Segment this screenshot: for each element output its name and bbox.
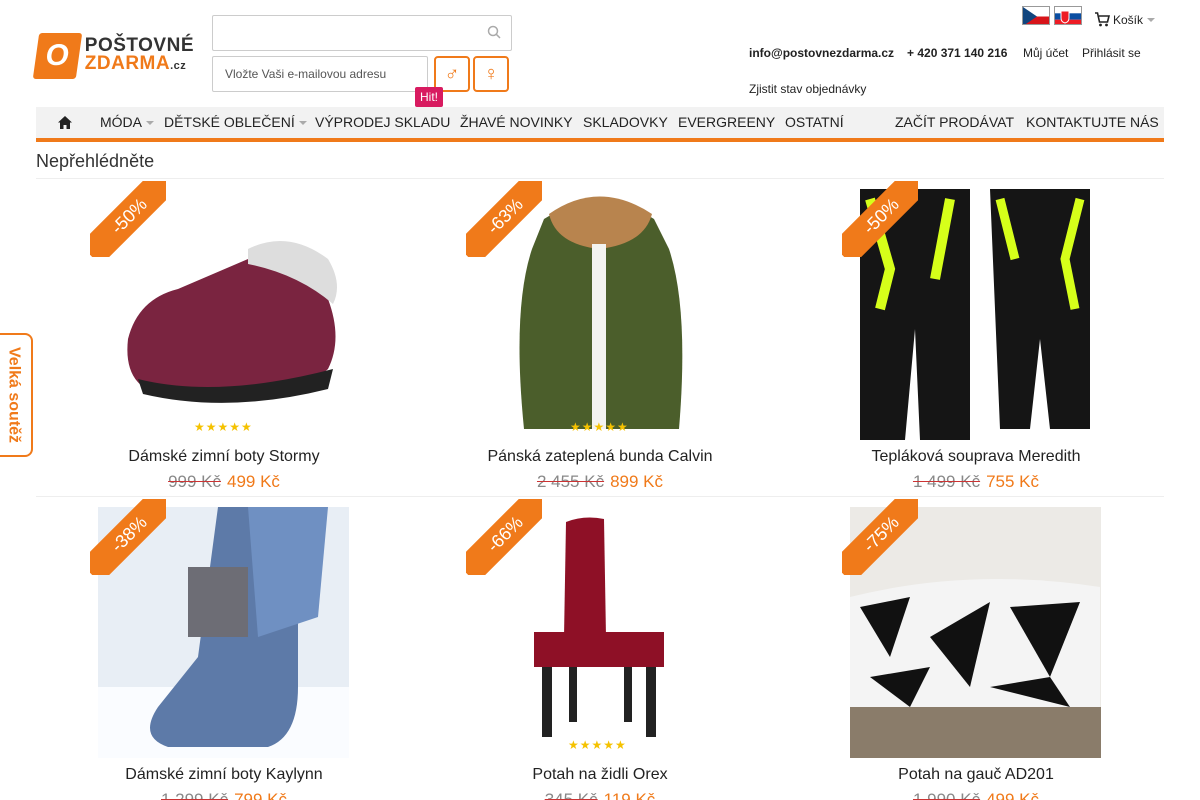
product-name[interactable]: Potah na židli Orex [412,766,788,784]
nav-label: Skladovky [583,114,668,130]
divider [36,178,1164,179]
logo-tld: .cz [170,60,187,72]
login-link[interactable]: Přihlásit se [1082,46,1141,60]
slovak-flag-icon[interactable] [1054,6,1082,25]
old-price: 1 299 Kč [160,790,229,800]
site-logo[interactable]: O POŠTOVNÉ ZDARMA.cz [32,32,194,80]
contact-email-link[interactable]: info@postovnezdarma.cz [749,46,894,60]
discount-ribbon: -50% [90,181,166,257]
product-prices: 2 455 Kč 899 Kč [412,472,788,492]
discount-label: -66% [466,499,542,575]
discount-ribbon: -50% [842,181,918,257]
product-prices: 1 990 Kč 499 Kč [788,790,1164,800]
new-price: 755 Kč [986,472,1040,491]
cart-icon [1095,12,1110,27]
new-price: 499 Kč [227,472,280,491]
nav-label: Začít prodávat [895,114,1015,130]
male-icon: ♂ [444,62,460,85]
home-icon[interactable] [57,115,73,130]
nav-item-moda[interactable]: Móda [100,107,154,138]
discount-ribbon: -66% [466,499,542,575]
product-prices: 1 299 Kč 799 Kč [36,790,412,800]
logo-text: POŠTOVNÉ ZDARMA.cz [84,36,194,75]
rating-stars: ★★★★★ [568,738,627,752]
search-icon[interactable] [487,25,501,39]
discount-label: -75% [842,499,918,575]
product-prices: 1 499 Kč 755 Kč [788,472,1164,492]
product-name[interactable]: Pánská zateplená bunda Calvin [412,448,788,466]
logo-badge: O [32,33,82,79]
order-status-link[interactable]: Zjistit stav objednávky [749,82,866,96]
product-prices: 345 Kč 119 Kč [412,790,788,800]
nav-item-zacit-prodavat[interactable]: Začít prodávat [895,107,1014,138]
product-name[interactable]: Tepláková souprava Meredith [788,448,1164,466]
new-price: 799 Kč [234,790,288,800]
newsletter-email-input[interactable] [212,56,428,92]
discount-label: -38% [90,499,166,575]
nav-label: Výprodej skladu [315,114,451,130]
female-icon: ♀ [483,62,499,85]
old-price: 999 Kč [168,472,221,491]
nav-item-skladovky[interactable]: Skladovky [583,107,668,138]
nav-item-evergreeny[interactable]: Evergreeny [678,107,775,138]
discount-label: -50% [90,181,166,257]
cart-button[interactable]: Košík [1094,12,1156,27]
rating-stars: ★★★★★ [570,420,629,434]
rating-stars: ★★★★★ [194,420,253,434]
nav-item-vyprodej-skladu[interactable]: Výprodej skladu [315,107,450,138]
discount-label: -63% [466,181,542,257]
new-price: 499 Kč [986,790,1040,800]
female-filter-button[interactable]: ♀ [473,56,509,92]
nav-item-zhave-novinky[interactable]: Žhavé novinky [460,107,573,138]
product-name[interactable]: Dámské zimní boty Stormy [36,448,412,466]
contact-phone-link[interactable]: + 420 371 140 216 [907,46,1007,60]
nav-item-detske-obleceni[interactable]: Dětské oblečení [164,107,307,138]
nav-label: Kontaktujte nás [1026,114,1159,130]
product-name[interactable]: Potah na gauč AD201 [788,766,1164,784]
logo-line2: ZDARMA [84,53,171,74]
chevron-down-icon [146,121,154,126]
nav-item-ostatni[interactable]: Ostatní [785,107,844,138]
search-input[interactable] [212,15,512,51]
nav-label: Dětské oblečení [164,114,295,130]
old-price: 345 Kč [544,790,598,800]
nav-label: Žhavé novinky [460,114,573,130]
discount-label: -50% [842,181,918,257]
chevron-down-icon [1147,17,1156,22]
section-title: Nepřehlédněte [36,151,155,171]
chevron-down-icon [298,121,307,126]
contest-side-tab[interactable]: Velká soutěž [0,333,33,457]
nav-label: Evergreeny [678,114,776,130]
product-name[interactable]: Dámské zimní boty Kaylynn [36,766,412,784]
old-price: 2 455 Kč [536,472,605,491]
discount-ribbon: -75% [842,499,918,575]
old-price: 1 990 Kč [912,790,981,800]
old-price: 1 499 Kč [912,472,981,491]
hit-badge: Hit! [415,87,443,111]
main-nav: Móda Dětské oblečení Výprodej skladu Žha… [36,107,1164,142]
cart-label: Košík [1113,12,1144,27]
my-account-link[interactable]: Můj účet [1023,46,1068,60]
nav-item-kontakt[interactable]: Kontaktujte nás [1026,107,1159,138]
discount-ribbon: -38% [90,499,166,575]
nav-label: Móda [100,114,142,130]
new-price: 899 Kč [610,472,664,491]
contest-label: Velká soutěž [5,346,23,444]
new-price: 119 Kč [603,790,656,800]
discount-ribbon: -63% [466,181,542,257]
divider [36,496,1164,497]
product-prices: 999 Kč 499 Kč [36,472,412,492]
nav-label: Ostatní [785,114,844,130]
czech-flag-icon[interactable] [1022,6,1050,25]
